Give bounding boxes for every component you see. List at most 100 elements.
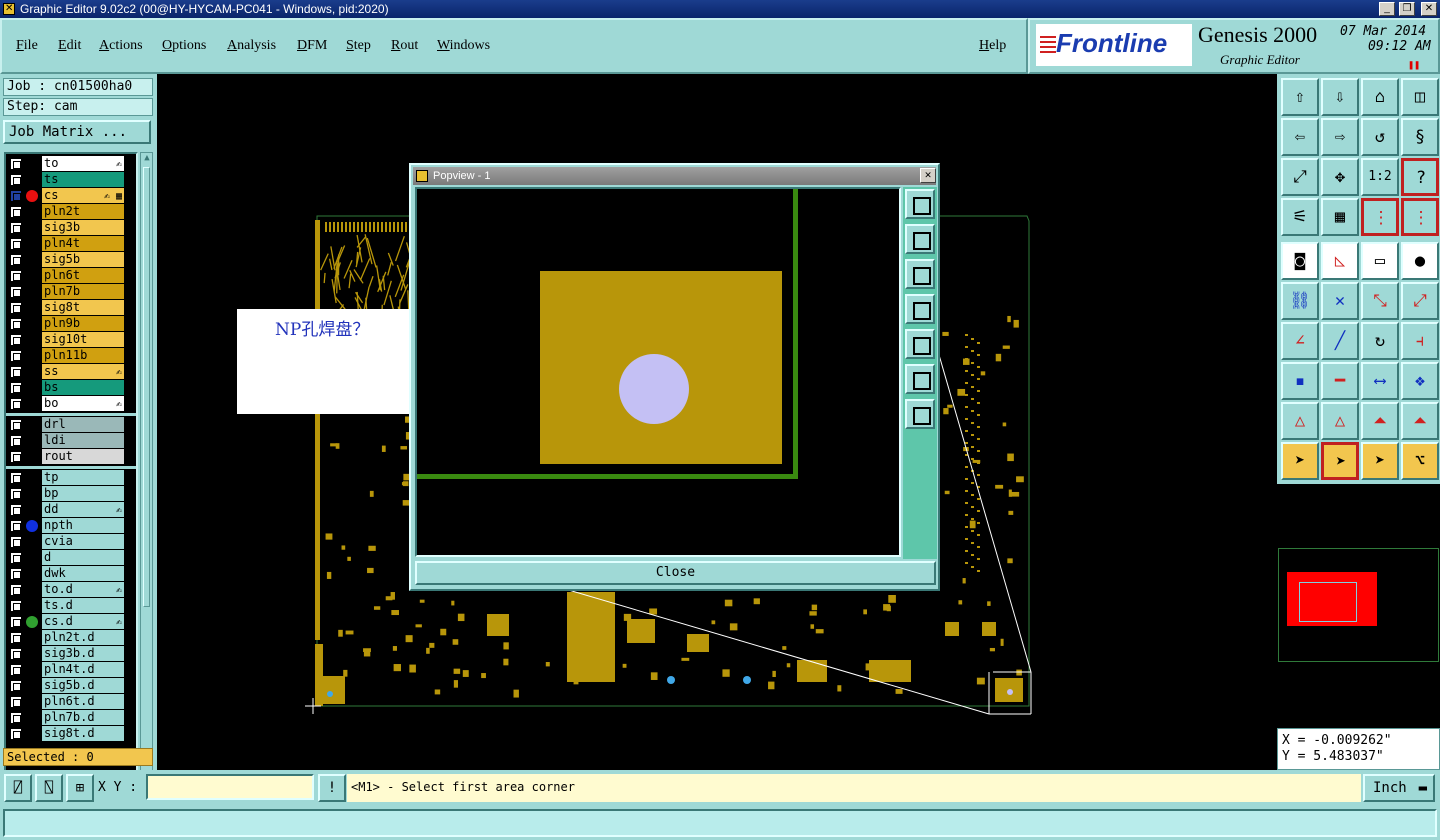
layer-row-bo[interactable]: bo ✍ <box>6 396 136 412</box>
layer-row-sig10t[interactable]: sig10t <box>6 332 136 348</box>
pan-left-icon[interactable]: ⇦ <box>1281 118 1319 156</box>
layer-name[interactable]: bo ✍ <box>42 396 124 412</box>
poly-2-icon[interactable]: △ <box>1321 402 1359 440</box>
layer-row-bp[interactable]: bp <box>6 486 136 502</box>
ruler-icon[interactable]: ▭ <box>1361 242 1399 280</box>
stretch-icon[interactable]: ⤢ <box>1401 282 1439 320</box>
add-line-icon[interactable]: ◺ <box>1321 242 1359 280</box>
layer-name[interactable]: ss ✍ <box>42 364 124 380</box>
layer-row-sig8t-d[interactable]: sig8t.d <box>6 726 136 742</box>
layer-checkbox[interactable] <box>10 472 22 484</box>
layer-name[interactable]: ldi <box>42 433 124 449</box>
menu-file[interactable]: File <box>16 38 38 54</box>
layer-name[interactable]: pln6t.d <box>42 694 124 710</box>
undo-zoom-icon[interactable]: ↺ <box>1361 118 1399 156</box>
layer-name[interactable]: bs <box>42 380 124 396</box>
layer-row-sig5b[interactable]: sig5b <box>6 252 136 268</box>
measure-icon[interactable]: ⚟ <box>1281 198 1319 236</box>
layer-name[interactable]: sig10t <box>42 332 124 348</box>
popview-fit-icon[interactable] <box>905 189 935 219</box>
layer-row-sig3b-d[interactable]: sig3b.d <box>6 646 136 662</box>
layer-name[interactable]: d <box>42 550 124 566</box>
layer-checkbox[interactable] <box>10 334 22 346</box>
layer-name[interactable]: pln2t.d <box>42 630 124 646</box>
zoom-fit-icon[interactable]: ⤢ <box>1281 158 1319 196</box>
group-icon[interactable]: ❖ <box>1401 362 1439 400</box>
layer-checkbox[interactable] <box>10 286 22 298</box>
layer-name[interactable]: to.d ✍ <box>42 582 124 598</box>
popview-pan-right-icon[interactable] <box>905 329 935 359</box>
layer-row-to[interactable]: to ✍ <box>6 156 136 172</box>
split-view-icon[interactable]: ◫ <box>1401 78 1439 116</box>
layer-checkbox[interactable] <box>10 302 22 314</box>
layer-checkbox[interactable] <box>10 206 22 218</box>
layer-checkbox[interactable] <box>10 504 22 516</box>
layer-name[interactable]: drl <box>42 417 124 433</box>
layer-row-sig5b-d[interactable]: sig5b.d <box>6 678 136 694</box>
layer-name[interactable]: bp <box>42 486 124 502</box>
line-split-icon[interactable]: ━ <box>1321 362 1359 400</box>
zoom-home-icon[interactable]: ⇧ <box>1281 78 1319 116</box>
layer-name[interactable]: ts <box>42 172 124 188</box>
layer-row-dd[interactable]: dd ✍ <box>6 502 136 518</box>
restore-button[interactable]: ❐ <box>1399 2 1415 16</box>
snap-mode-icon[interactable]: ⋮ <box>1401 198 1439 236</box>
layer-row-pln7b-d[interactable]: pln7b.d <box>6 710 136 726</box>
layer-checkbox[interactable] <box>10 648 22 660</box>
snap-mode-2-icon[interactable]: ⍂ <box>35 774 63 802</box>
layer-name[interactable]: dd ✍ <box>42 502 124 518</box>
layer-row-drl[interactable]: drl <box>6 417 136 433</box>
dimension-icon[interactable]: ⟷ <box>1361 362 1399 400</box>
layer-checkbox[interactable] <box>10 696 22 708</box>
snap-on-icon[interactable]: ⋮ <box>1361 198 1399 236</box>
layer-row-to-d[interactable]: to.d ✍ <box>6 582 136 598</box>
layer-name[interactable]: pln9b <box>42 316 124 332</box>
arc-icon[interactable]: ↻ <box>1361 322 1399 360</box>
layer-checkbox[interactable] <box>10 600 22 612</box>
slope-icon[interactable]: ╱ <box>1321 322 1359 360</box>
layer-checkbox[interactable] <box>10 270 22 282</box>
layer-row-pln4t-d[interactable]: pln4t.d <box>6 662 136 678</box>
poly-1-icon[interactable]: △ <box>1281 402 1319 440</box>
layer-checkbox[interactable] <box>10 238 22 250</box>
layer-checkbox[interactable] <box>10 419 22 431</box>
layer-checkbox[interactable] <box>10 158 22 170</box>
angle-icon[interactable]: ∠ <box>1281 322 1319 360</box>
overview-viewport[interactable] <box>1299 582 1357 622</box>
menu-options[interactable]: Options <box>162 38 206 54</box>
layer-checkbox[interactable] <box>10 552 22 564</box>
close-window-button[interactable]: ✕ <box>1421 2 1437 16</box>
layer-row-tp[interactable]: tp <box>6 470 136 486</box>
layer-checkbox[interactable] <box>10 190 22 202</box>
layer-row-cs-d[interactable]: cs.d ✍ <box>6 614 136 630</box>
popview-pan-down-icon[interactable] <box>905 259 935 289</box>
layer-row-pln6t-d[interactable]: pln6t.d <box>6 694 136 710</box>
layer-name[interactable]: tp <box>42 470 124 486</box>
select-arrow-icon[interactable]: ➤ <box>1281 442 1319 480</box>
layer-checkbox[interactable] <box>10 398 22 410</box>
layer-checkbox[interactable] <box>10 568 22 580</box>
popview-pan-left-icon[interactable] <box>905 294 935 324</box>
layer-row-dwk[interactable]: dwk <box>6 566 136 582</box>
scroll-up-icon[interactable]: ▲ <box>142 153 152 163</box>
layer-row-pln6t[interactable]: pln6t <box>6 268 136 284</box>
popview-canvas[interactable] <box>415 187 901 557</box>
menu-help[interactable]: Help <box>979 38 1006 54</box>
layer-checkbox[interactable] <box>10 728 22 740</box>
layer-row-pln2t[interactable]: pln2t <box>6 204 136 220</box>
layer-checkbox[interactable] <box>10 174 22 186</box>
connect-icon[interactable]: ⤡ <box>1361 282 1399 320</box>
layer-checkbox[interactable] <box>10 616 22 628</box>
layer-name[interactable]: pln4t <box>42 236 124 252</box>
menu-windows[interactable]: Windows <box>437 38 490 54</box>
move-nodes-icon[interactable]: ⛓ <box>1281 282 1319 320</box>
layer-checkbox[interactable] <box>10 435 22 447</box>
popview-pan-up-icon[interactable] <box>905 224 935 254</box>
minimize-button[interactable]: _ <box>1379 2 1395 16</box>
scale-1-2-icon[interactable]: 1:2 <box>1361 158 1399 196</box>
layer-row-d[interactable]: d <box>6 550 136 566</box>
delete-node-icon[interactable]: ✕ <box>1321 282 1359 320</box>
layer-name[interactable]: cs.d ✍ <box>42 614 124 630</box>
popview-zoom-out-icon[interactable] <box>905 399 935 429</box>
redraw-icon[interactable]: § <box>1401 118 1439 156</box>
